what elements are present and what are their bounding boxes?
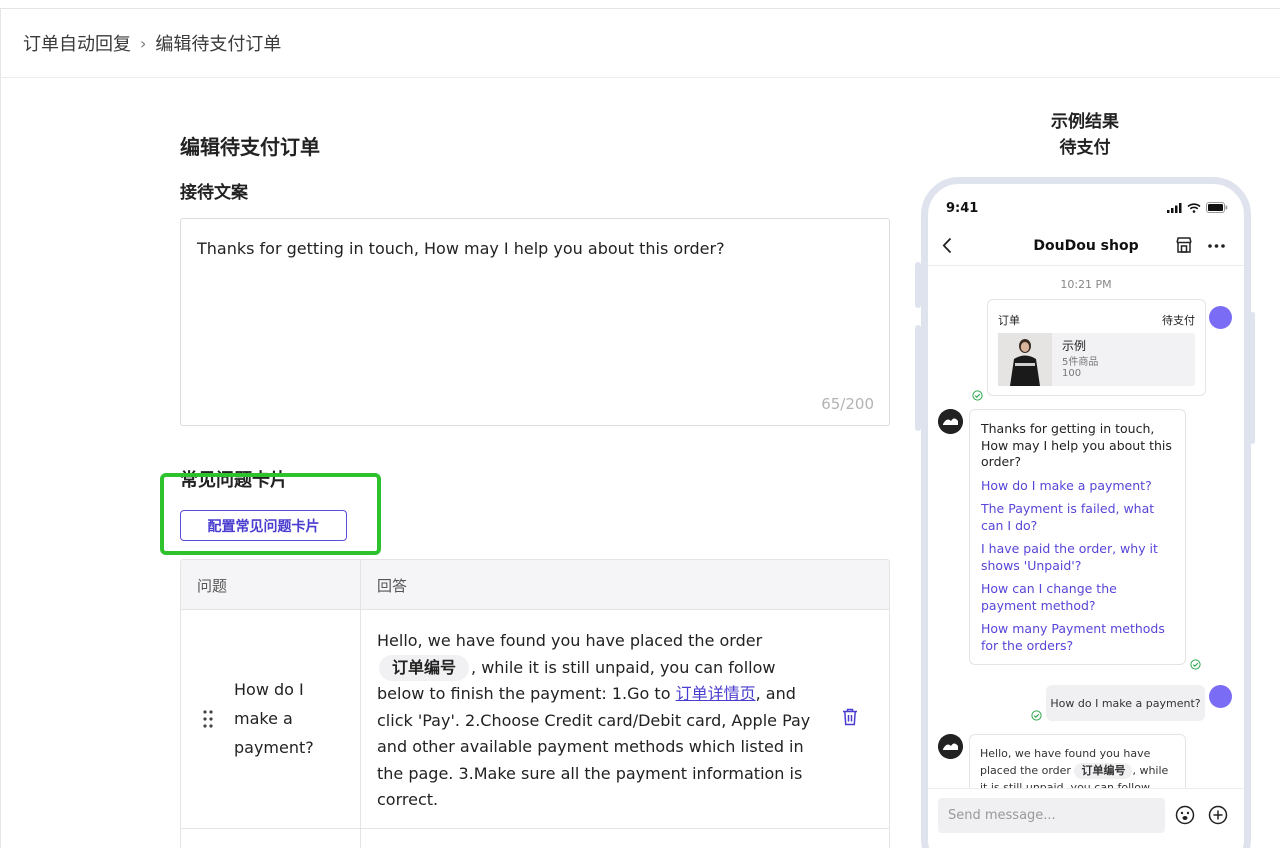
breadcrumb-parent[interactable]: 订单自动回复 — [23, 30, 131, 56]
order-product: 示例 5件商品 100 — [998, 333, 1195, 386]
avatar — [1209, 306, 1232, 329]
product-price: 100 — [1062, 368, 1082, 379]
chevron-right-icon: › — [140, 33, 147, 53]
example-title-status: 待支付 — [1059, 138, 1111, 158]
shop-avatar — [938, 409, 963, 434]
chat-timestamp: 10:21 PM — [1060, 278, 1112, 291]
row-divider — [181, 828, 889, 829]
reply-greeting: Thanks for getting in touch, How may I h… — [981, 421, 1172, 469]
top-border — [0, 8, 1280, 9]
breadcrumb: 订单自动回复 › 编辑待支付订单 — [23, 30, 281, 56]
chat-input-area — [928, 788, 1244, 848]
example-title-line1: 示例结果 — [1051, 112, 1119, 132]
faq-link[interactable]: How can I change the payment method? — [981, 581, 1174, 614]
emoji-icon[interactable] — [1175, 805, 1195, 825]
breadcrumb-current: 编辑待支付订单 — [155, 34, 282, 55]
phone-preview: 9:41 DouDou shop 10:21 PM 订单 待支付 示例 5件商品… — [921, 177, 1251, 848]
trash-icon[interactable] — [842, 708, 858, 726]
status-time: 9:41 — [946, 201, 979, 216]
more-icon[interactable] — [1208, 244, 1225, 248]
left-border — [0, 8, 1, 848]
status-icons — [1167, 202, 1228, 213]
header-answer: 回答 — [377, 577, 408, 595]
column-divider — [360, 560, 361, 848]
reception-textarea[interactable]: Thanks for getting in touch, How may I h… — [180, 218, 890, 426]
faq-answer: Hello, we have found you have placed the… — [377, 628, 822, 814]
avatar — [1209, 685, 1232, 708]
product-name: 示例 — [1062, 339, 1087, 353]
read-check-icon — [1190, 659, 1201, 670]
example-title: 示例结果 待支付 — [1000, 109, 1170, 161]
header-divider — [0, 77, 1280, 78]
faq-link[interactable]: The Payment is failed, what can I do? — [981, 501, 1174, 534]
reception-text[interactable]: Thanks for getting in touch, How may I h… — [197, 239, 725, 258]
faq-link[interactable]: I have paid the order, why it shows 'Unp… — [981, 541, 1174, 574]
message-input[interactable] — [938, 798, 1165, 833]
shop-avatar — [938, 734, 963, 759]
signal-icon — [1167, 202, 1182, 213]
answer-text: Hello, we have found you have placed the… — [377, 631, 763, 650]
shop-reply-bubble: Thanks for getting in touch, How may I h… — [969, 409, 1186, 665]
reception-title: 接待文案 — [180, 183, 248, 203]
header-question: 问题 — [197, 577, 228, 595]
product-image — [998, 333, 1052, 386]
shop-name: DouDou shop — [1033, 238, 1139, 254]
user-question-bubble: How do I make a payment? — [1046, 685, 1205, 721]
char-counter: 65/200 — [821, 395, 874, 413]
order-detail-link[interactable]: 订单详情页 — [676, 684, 756, 703]
chat-nav-bar: DouDou shop — [928, 224, 1244, 266]
highlight-box — [160, 473, 381, 555]
order-card-label: 订单 — [998, 314, 1020, 327]
faq-table: 问题 回答 How do I make a payment? Hello, we… — [180, 559, 890, 848]
battery-icon — [1206, 202, 1228, 213]
order-card[interactable]: 订单 待支付 示例 5件商品 100 — [987, 299, 1206, 396]
faq-link[interactable]: How do I make a payment? — [981, 478, 1174, 495]
order-number-chip: 订单编号 — [379, 654, 470, 681]
read-check-icon — [1031, 710, 1042, 721]
store-icon[interactable] — [1175, 236, 1193, 254]
drag-handle-icon[interactable] — [201, 708, 215, 730]
order-status: 待支付 — [1162, 314, 1195, 327]
faq-link[interactable]: How many Payment methods for the orders? — [981, 621, 1174, 654]
table-header: 问题 回答 — [181, 560, 889, 610]
wifi-icon — [1187, 202, 1201, 213]
add-icon[interactable] — [1208, 805, 1228, 825]
faq-question: How do I make a payment? — [234, 680, 314, 757]
product-count: 5件商品 — [1062, 357, 1099, 368]
read-check-icon — [972, 390, 983, 401]
status-bar: 9:41 — [928, 184, 1244, 224]
page-title: 编辑待支付订单 — [180, 135, 320, 159]
order-number-chip: 订单编号 — [1074, 763, 1133, 779]
